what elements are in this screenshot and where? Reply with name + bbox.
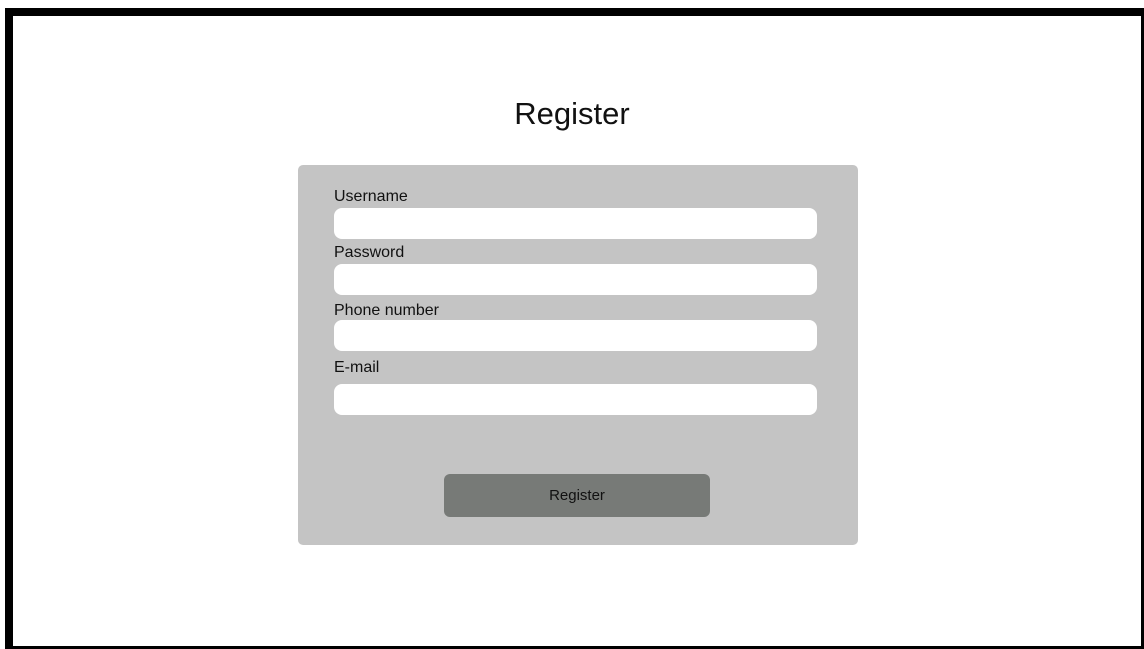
page-title: Register [514, 96, 630, 131]
password-input[interactable] [334, 264, 817, 295]
username-label: Username [334, 188, 408, 205]
phone-number-label: Phone number [334, 302, 439, 319]
register-form: Username Password Phone number E-mail Re… [298, 165, 858, 545]
email-input[interactable] [334, 384, 817, 415]
password-label: Password [334, 244, 405, 261]
phone-number-input[interactable] [334, 320, 817, 351]
username-input[interactable] [334, 208, 817, 239]
email-label: E-mail [334, 359, 380, 376]
register-button[interactable]: Register [444, 474, 710, 517]
